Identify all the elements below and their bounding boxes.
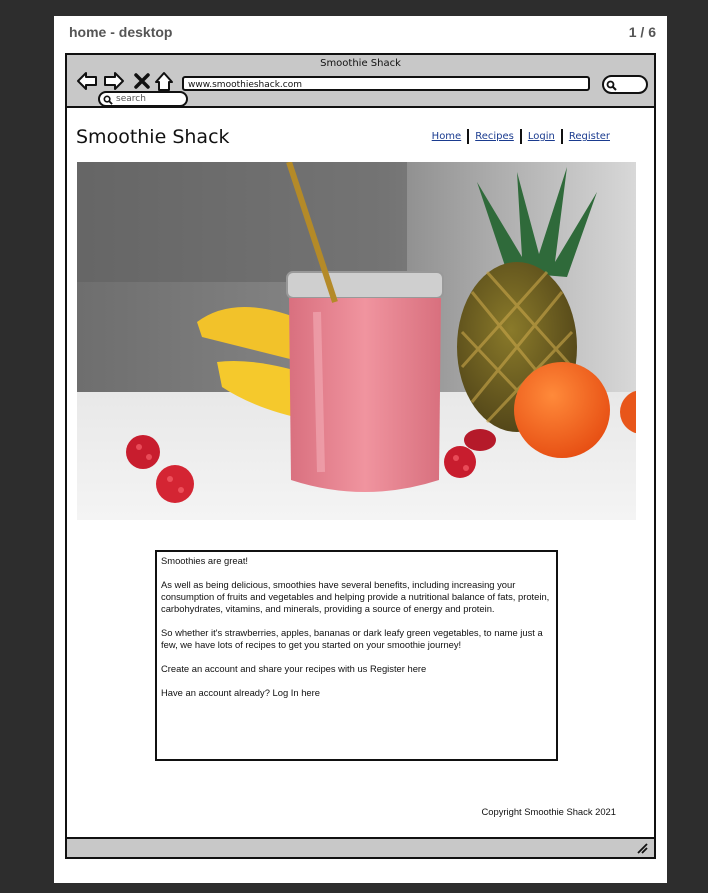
site-nav: Home Recipes Login Register xyxy=(426,129,616,144)
search-icon xyxy=(103,95,113,105)
intro-paragraph-recipes: So whether it's strawberries, apples, ba… xyxy=(161,627,543,650)
register-prompt[interactable]: Create an account and share your recipes… xyxy=(161,663,552,675)
intro-paragraph-benefits: As well as being delicious, smoothies ha… xyxy=(161,579,550,614)
page-counter: 1 / 6 xyxy=(628,24,656,40)
close-x-icon[interactable] xyxy=(131,70,153,92)
smoothie-photo xyxy=(77,162,636,520)
intro-heading: Smoothies are great! xyxy=(161,555,249,566)
forward-arrow-icon[interactable] xyxy=(103,70,125,92)
nav-recipes-link[interactable]: Recipes xyxy=(469,131,520,142)
intro-text-box: Smoothies are great! As well as being de… xyxy=(155,550,558,761)
back-arrow-icon[interactable] xyxy=(76,70,98,92)
site-title: Smoothie Shack xyxy=(76,126,230,148)
nav-home-link[interactable]: Home xyxy=(426,131,468,142)
login-prompt[interactable]: Have an account already? Log In here xyxy=(161,687,552,699)
nav-register-link[interactable]: Register xyxy=(563,131,616,142)
browser-window: Smoothie Shack www.smoothieshack.com sea… xyxy=(65,53,656,859)
search-icon xyxy=(606,80,617,91)
hero-image xyxy=(77,162,636,520)
nav-login-link[interactable]: Login xyxy=(522,131,561,142)
home-icon[interactable] xyxy=(153,70,175,92)
wireframe-sheet: home - desktop 1 / 6 Smoothie Shack www.… xyxy=(54,16,667,883)
search-button[interactable] xyxy=(602,75,648,94)
copyright-text: Copyright Smoothie Shack 2021 xyxy=(481,806,616,817)
sheet-title: home - desktop xyxy=(69,24,173,40)
resize-grip-icon[interactable] xyxy=(636,842,648,854)
browser-status-bar xyxy=(67,837,654,857)
browser-toolbar: Smoothie Shack www.smoothieshack.com sea… xyxy=(67,55,654,108)
address-bar[interactable]: www.smoothieshack.com xyxy=(182,76,590,91)
search-placeholder: search xyxy=(116,94,146,104)
search-input[interactable]: search xyxy=(98,91,188,107)
window-title: Smoothie Shack xyxy=(320,58,401,69)
